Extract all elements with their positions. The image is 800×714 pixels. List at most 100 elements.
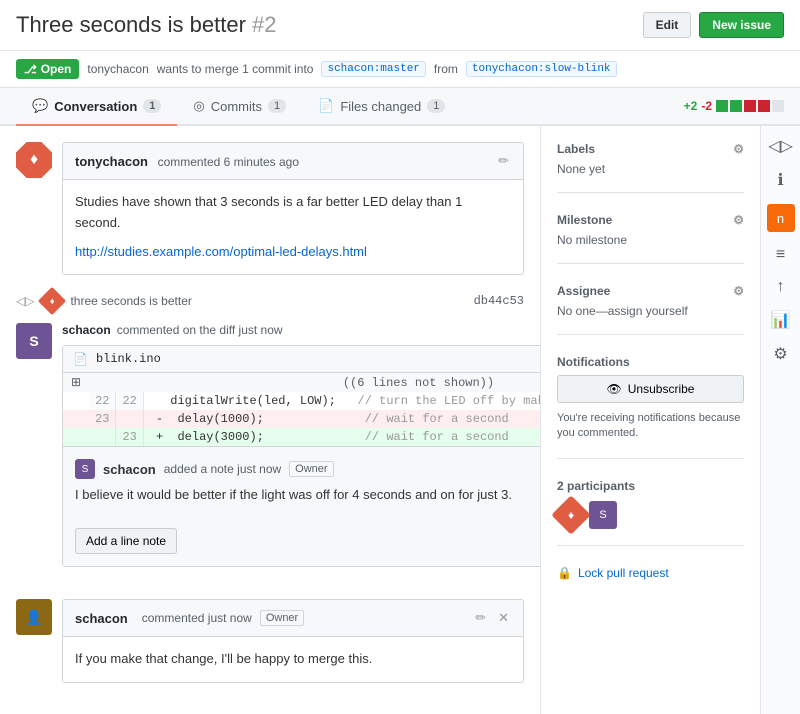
comment-header-schacon: schacon commented just now Owner ✏ ✕ [63, 600, 523, 637]
files-count: 1 [427, 99, 445, 113]
commits-count: 1 [268, 99, 286, 113]
diff-inline-comment-block: S schacon added a note just now Owner ✏ … [63, 446, 540, 566]
avatar-schacon-bottom: 👤 [16, 599, 52, 635]
pr-author: tonychacon [87, 62, 148, 76]
tab-files-changed[interactable]: 📄 Files changed 1 [302, 88, 461, 126]
right-icon-upload[interactable]: ↑ [777, 278, 785, 296]
comment-tonychacon: ♦ tonychacon commented 6 minutes ago ✏ S… [16, 142, 524, 275]
lock-request-link[interactable]: 🔒 Lock pull request [557, 566, 744, 580]
merge-icon: ⎇ [24, 63, 37, 76]
diff-comment-author: schacon [62, 323, 111, 337]
from-text: from [434, 62, 458, 76]
bottom-comment-author: schacon [75, 611, 128, 626]
milestone-section: Milestone ⚙ No milestone [557, 213, 744, 264]
inline-comment-content: I believe it would be better if the ligh… [75, 485, 540, 506]
main-content: ♦ tonychacon commented 6 minutes ago ✏ S… [0, 126, 800, 714]
title-text: Three seconds is better [16, 12, 246, 37]
comment-author: tonychacon [75, 154, 148, 169]
diff-comment-meta: schacon commented on the diff just now [62, 323, 540, 337]
eye-icon: 👁 [607, 382, 622, 396]
diff-del: -2 [701, 99, 712, 113]
deleted-expand [63, 410, 89, 428]
right-icon-active[interactable]: n [767, 204, 795, 232]
diff-inline-header: 📄 blink.ino View full changes [63, 346, 540, 373]
right-icon-chart[interactable]: 📊 [771, 310, 791, 330]
right-icon-info[interactable]: ℹ [777, 170, 783, 190]
right-icon-code[interactable]: ◁▷ [768, 136, 793, 156]
conversation-count: 1 [143, 99, 161, 113]
comment-header-tonychacon: tonychacon commented 6 minutes ago ✏ [63, 143, 523, 180]
dots-content: ((6 lines not shown)) [143, 373, 540, 392]
page-header: Three seconds is better #2 Edit New issu… [0, 0, 800, 51]
unsubscribe-button[interactable]: 👁 Unsubscribe [557, 375, 744, 403]
diamond-avatar: ♦ [16, 142, 52, 178]
pr-meta: ⎇ Open tonychacon wants to merge 1 commi… [0, 51, 800, 88]
small-diamond-avatar: ♦ [38, 287, 66, 315]
lock-label: Lock pull request [578, 566, 669, 580]
comment-time: commented 6 minutes ago [158, 155, 299, 169]
content-area: ♦ tonychacon commented 6 minutes ago ✏ S… [0, 126, 540, 714]
line-num-22-2: 22 [116, 392, 143, 410]
conversation-icon: 💬 [32, 98, 48, 114]
status-badge: ⎇ Open [16, 59, 79, 79]
bottom-comment-meta: schacon commented just now Owner [75, 610, 304, 626]
lock-icon: 🔒 [557, 566, 572, 580]
commits-icon: ◎ [193, 98, 204, 114]
right-icon-settings[interactable]: ⚙ [773, 344, 787, 364]
notifications-desc: You're receiving notifications because y… [557, 411, 744, 442]
diff-table: ⊞ ((6 lines not shown)) 22 22 digit [63, 373, 540, 446]
comment-content-schacon: If you make that change, I'll be happy t… [63, 637, 523, 682]
diff-comment-inner: S schacon added a note just now Owner ✏ … [63, 447, 540, 566]
tab-commits-label: Commits [211, 99, 262, 114]
right-sidebar: ◁▷ ℹ n ≡ ↑ 📊 ⚙ [760, 126, 800, 714]
add-line-note-button[interactable]: Add a line note [75, 528, 177, 554]
labels-gear-icon[interactable]: ⚙ [733, 142, 744, 156]
assignee-gear-icon[interactable]: ⚙ [733, 284, 744, 298]
comment-edit-button[interactable]: ✏ [496, 151, 511, 171]
sidebar: Labels ⚙ None yet Milestone ⚙ No milesto… [540, 126, 760, 714]
participants-title: 2 participants [557, 479, 744, 493]
tab-conversation[interactable]: 💬 Conversation 1 [16, 88, 177, 126]
head-ref: tonychacon:slow-blink [466, 61, 617, 77]
new-issue-button[interactable]: New issue [699, 12, 784, 38]
pr-action: wants to merge 1 commit into [157, 62, 314, 76]
comment-link[interactable]: http://studies.example.com/optimal-led-d… [75, 244, 367, 259]
inline-comment-author: schacon [103, 462, 156, 477]
commit-message: three seconds is better [70, 294, 191, 308]
context-line: digitalWrite(led, LOW); // turn the LED … [143, 392, 540, 410]
line-num-empty-del [116, 410, 143, 428]
commit-ref-bar: ◁▷ ♦ three seconds is better db44c53 [16, 291, 524, 311]
diff-bar-1 [716, 100, 728, 112]
page-title-area: Three seconds is better #2 [16, 12, 277, 38]
expand-icon: ⊞ [63, 373, 89, 392]
diff-context-row: 22 22 digitalWrite(led, LOW); // turn th… [63, 392, 540, 410]
diff-expand-icon: ◁▷ [16, 294, 34, 308]
assignee-title: Assignee [557, 284, 610, 298]
line-num-23-add: 23 [116, 428, 143, 446]
unsubscribe-label: Unsubscribe [628, 382, 695, 396]
tab-bar: 💬 Conversation 1 ◎ Commits 1 📄 Files cha… [0, 88, 800, 126]
right-icon-menu[interactable]: ≡ [776, 246, 785, 264]
diff-stats: +2 -2 [684, 99, 784, 113]
milestone-gear-icon[interactable]: ⚙ [733, 213, 744, 227]
page-wrapper: Three seconds is better #2 Edit New issu… [0, 0, 800, 714]
context-expand [63, 392, 89, 410]
diff-comment-time: commented on the diff just now [117, 323, 283, 337]
bottom-comment-edit-button[interactable]: ✏ [473, 608, 488, 628]
line-num-23-del: 23 [89, 410, 116, 428]
notifications-title-text: Notifications [557, 355, 630, 369]
schacon-avatar-img: S [16, 323, 52, 359]
avatar-schacon: S [16, 323, 52, 583]
diff-bar-2 [730, 100, 742, 112]
comment-content-tonychacon: Studies have shown that 3 seconds is a f… [63, 180, 523, 274]
diff-dots-row: ⊞ ((6 lines not shown)) [63, 373, 540, 392]
edit-button[interactable]: Edit [643, 12, 692, 38]
labels-title-row: Labels ⚙ [557, 142, 744, 156]
milestone-title: Milestone [557, 213, 612, 227]
comment-body-tonychacon: tonychacon commented 6 minutes ago ✏ Stu… [62, 142, 524, 275]
line-num-empty-add [89, 428, 116, 446]
bottom-comment-close-button[interactable]: ✕ [496, 608, 511, 628]
participants-title-text: 2 participants [557, 479, 635, 493]
base-ref: schacon:master [321, 61, 425, 77]
tab-commits[interactable]: ◎ Commits 1 [177, 88, 302, 126]
